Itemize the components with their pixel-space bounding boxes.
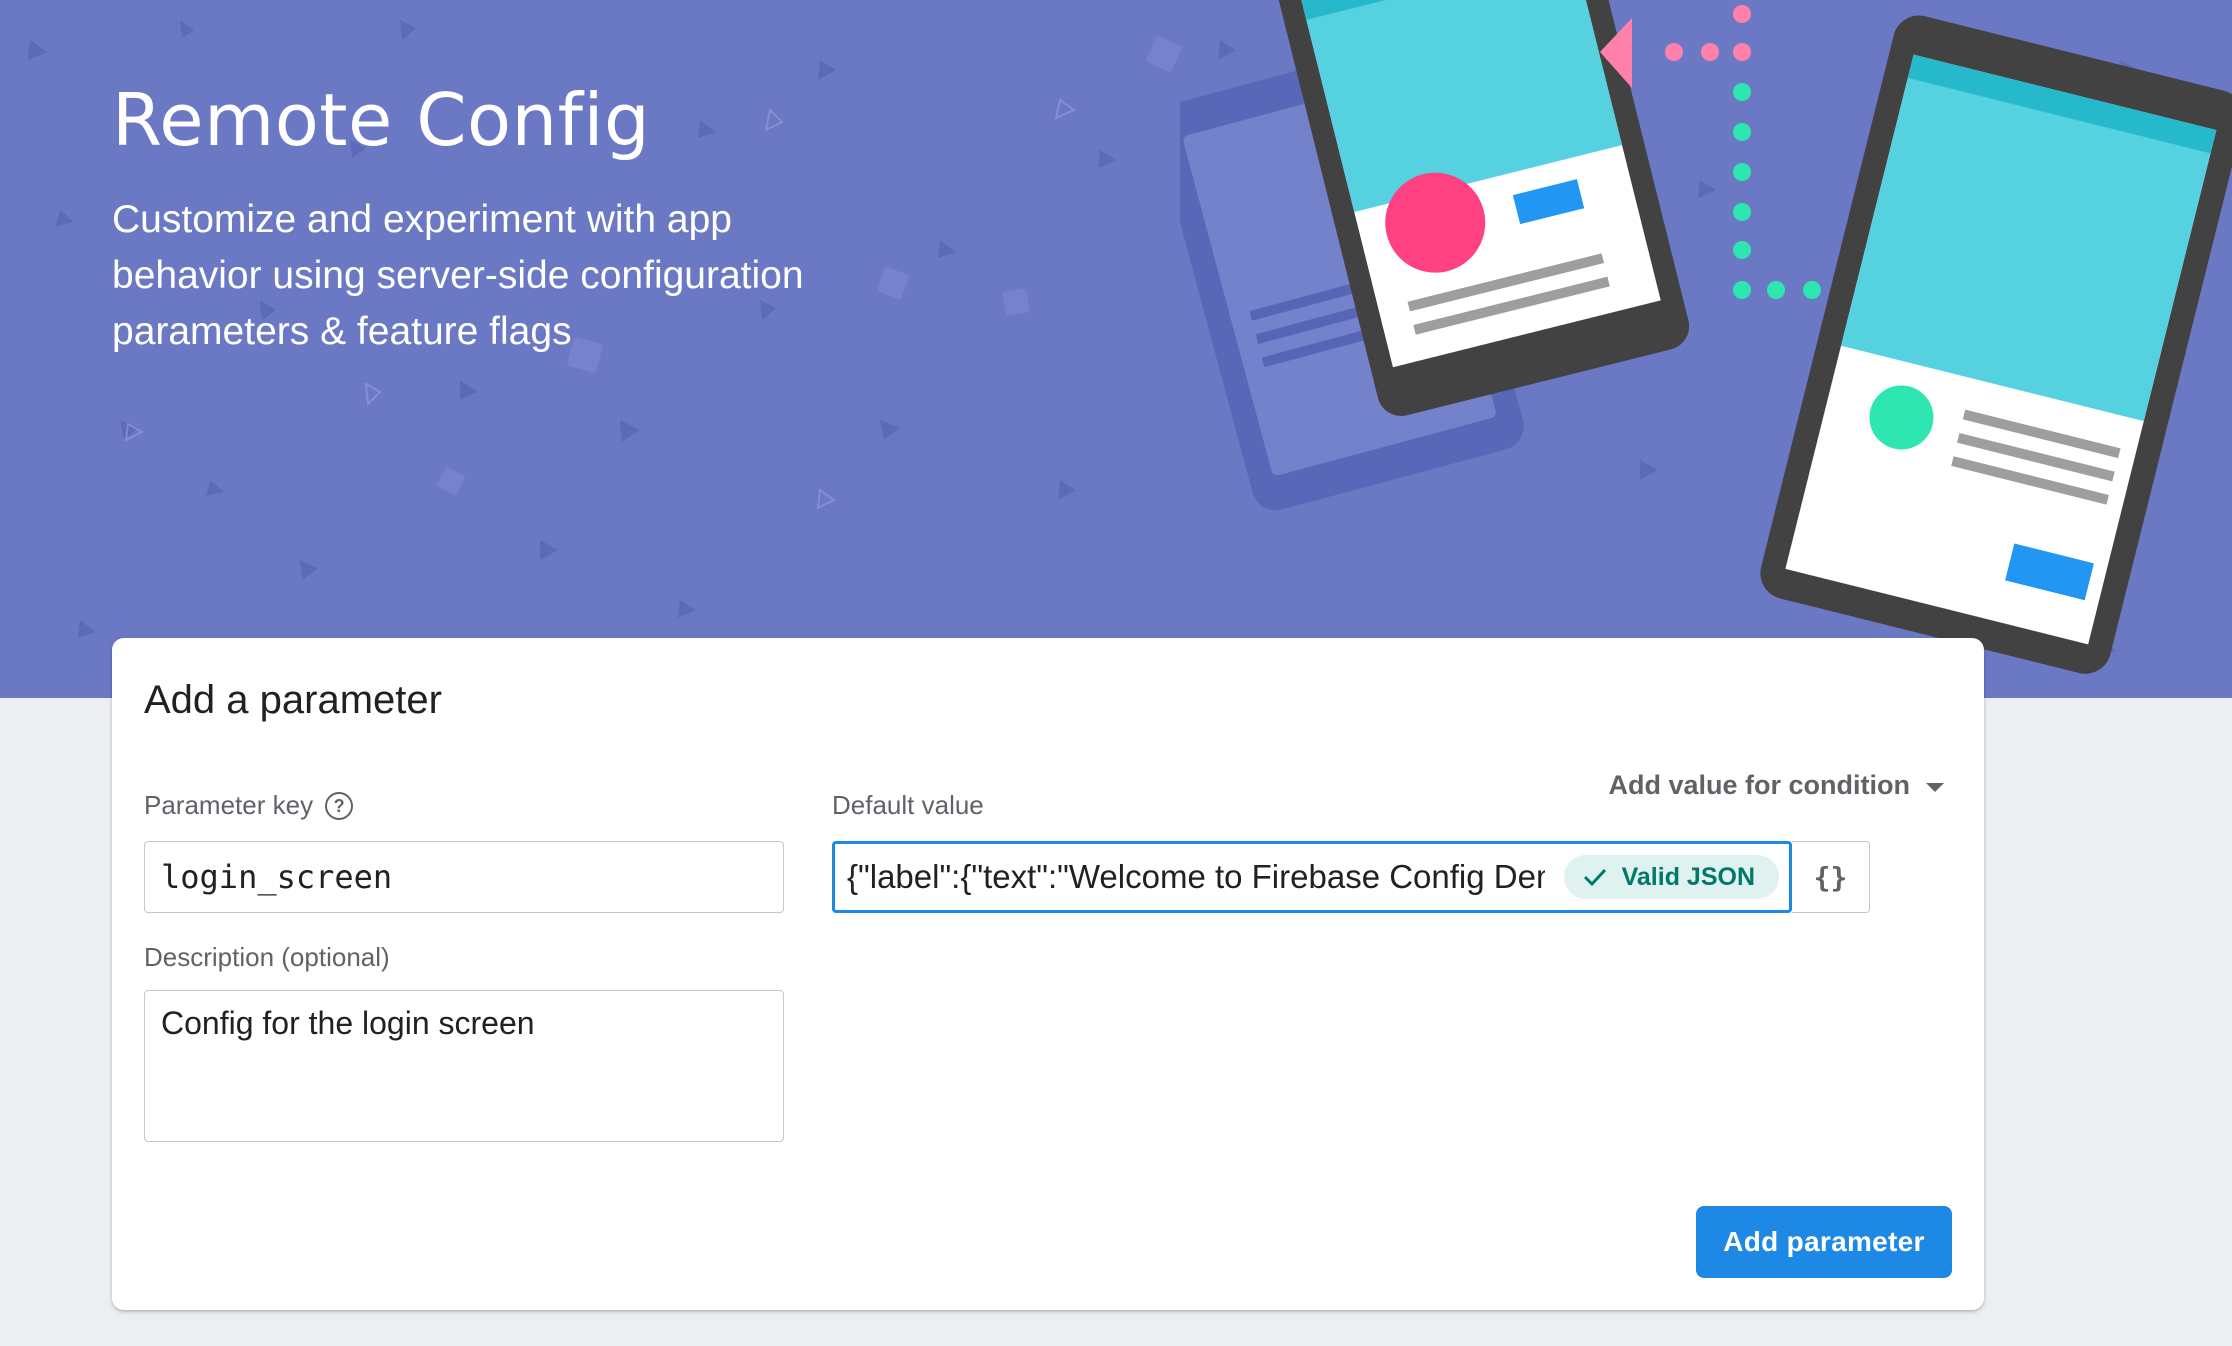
default-value-label: Default value [832, 790, 984, 820]
description-label: Description (optional) [144, 942, 390, 972]
check-icon [1583, 868, 1606, 887]
add-parameter-card: Add a parameter Parameter key ? Descript… [112, 638, 1984, 1310]
phones-sync-illustration [1180, 0, 2232, 674]
parameter-key-input[interactable] [144, 841, 784, 913]
format-json-button[interactable]: {} [1792, 841, 1870, 913]
valid-json-badge: Valid JSON [1563, 855, 1779, 899]
add-value-for-condition-dropdown[interactable]: Add value for condition [1608, 770, 1944, 801]
help-circle-icon[interactable]: ? [325, 791, 354, 820]
default-value-input[interactable] [835, 844, 1545, 910]
phone-right-icon [1760, 15, 2232, 674]
valid-json-label: Valid JSON [1621, 862, 1755, 891]
caret-down-icon [1926, 782, 1944, 792]
default-value-field[interactable]: Valid JSON [832, 841, 1792, 913]
description-textarea[interactable]: Config for the login screen [144, 990, 784, 1142]
condition-dropdown-label: Add value for condition [1608, 770, 1911, 800]
card-title: Add a parameter [144, 678, 442, 722]
parameter-key-label-text: Parameter key [144, 790, 314, 820]
add-parameter-button[interactable]: Add parameter [1696, 1206, 1952, 1278]
page-title: Remote Config [112, 78, 651, 162]
page-subtitle: Customize and experiment with app behavi… [112, 198, 804, 353]
parameter-key-label: Parameter key ? [144, 790, 354, 821]
hero-banner: Remote Config Customize and experiment w… [0, 0, 2232, 698]
json-braces-icon: {} [1813, 860, 1848, 894]
